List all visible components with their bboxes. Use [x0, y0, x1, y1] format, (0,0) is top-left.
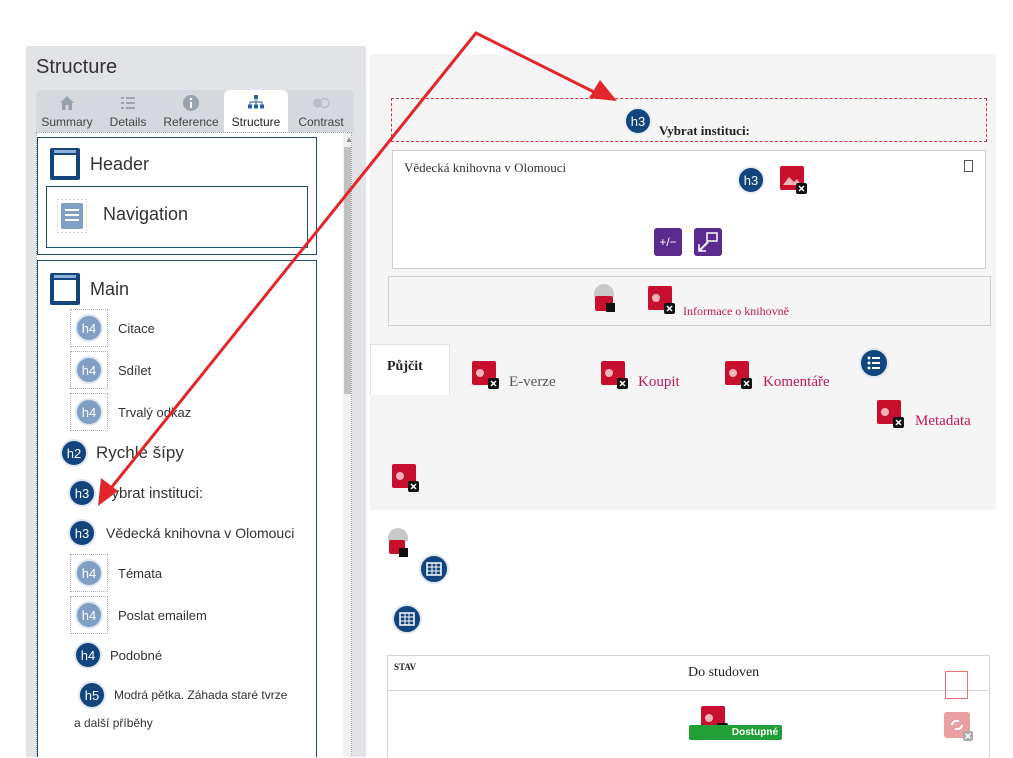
table-structure-icon [419, 554, 449, 584]
tab-reference[interactable]: Reference [158, 90, 224, 132]
expand-icon[interactable] [964, 160, 973, 172]
info-icon [183, 95, 199, 111]
h3-icon: h3 [624, 107, 652, 135]
heading-item[interactable]: h4 Témata [70, 554, 162, 592]
scroll-up-arrow-icon[interactable]: ▲ [343, 135, 351, 145]
h5-icon: h5 [78, 681, 106, 709]
heading-item[interactable]: h4 Poslat emailem [70, 596, 207, 634]
page-view: h3 Vybrat instituci: Vědecká knihovna v … [370, 54, 996, 758]
h4-icon: h4 [75, 356, 103, 384]
outline-scrollbar[interactable]: ▲ [343, 133, 351, 757]
tab-comments[interactable]: Komentáře [763, 374, 830, 391]
heading-item[interactable]: h4 Citace [70, 309, 155, 347]
tab-contrast[interactable]: Contrast [288, 90, 354, 132]
region-main[interactable]: Main h4 Citace h4 Sdílet h4 Trvalý odkaz… [37, 260, 317, 757]
heading-item[interactable]: h3 Vybrat instituci: [64, 474, 203, 512]
scroll-thumb[interactable] [344, 147, 351, 394]
navigation-region-icon [57, 199, 87, 233]
region-label-main: Main [90, 279, 130, 299]
h3-icon: h3 [68, 519, 96, 547]
tab-structure[interactable]: Structure [224, 90, 288, 132]
heading-item[interactable]: h4 Sdílet [70, 351, 151, 389]
missing-alt-image-icon [388, 528, 408, 557]
missing-alt-image-icon [877, 400, 904, 428]
table-header-status: STAV [394, 662, 417, 672]
select-institution-label: Vybrat instituci: [659, 123, 750, 138]
heading-item[interactable]: h4 Podobné [70, 636, 162, 674]
tab-metadata[interactable]: Metadata [915, 413, 971, 430]
list-icon [121, 97, 135, 109]
h3-icon: h3 [68, 479, 96, 507]
panel-title: Structure [36, 56, 118, 78]
list-structure-icon [859, 348, 889, 378]
main-region-icon [50, 273, 80, 305]
missing-alt-image-icon [648, 286, 675, 314]
header-region-icon [50, 148, 80, 180]
structure-outline: ▲ Header Navigation [36, 132, 352, 757]
availability-badge: Dostupné [689, 725, 782, 740]
home-icon [60, 96, 74, 110]
heading-continuation: a další příběhy [74, 716, 153, 730]
missing-alt-image-icon [780, 166, 807, 194]
table-divider [387, 690, 988, 691]
link-out-icon[interactable] [694, 228, 722, 256]
h2-icon: h2 [60, 439, 88, 467]
missing-alt-image-icon [392, 464, 419, 492]
h3-icon: h3 [737, 166, 765, 194]
missing-alt-image-icon [472, 361, 499, 389]
missing-alt-image-icon [594, 284, 615, 312]
sidebar-tabs: Summary Details Reference Structure Cont… [36, 90, 354, 132]
missing-alt-image-icon [725, 361, 752, 389]
region-label-header: Header [90, 154, 150, 174]
h4-icon: h4 [75, 314, 103, 342]
empty-link-box[interactable] [945, 671, 968, 699]
heading-item[interactable]: h2 Rychlé šípy [56, 434, 184, 472]
contrast-icon [313, 97, 330, 109]
h4-icon: h4 [74, 641, 102, 669]
tab-summary[interactable]: Summary [36, 90, 98, 132]
missing-alt-image-icon [601, 361, 628, 389]
table-location: Do studoven [688, 665, 760, 680]
h4-icon: h4 [75, 601, 103, 629]
sitemap-icon [248, 95, 264, 109]
tab-borrow-label: Půjčit [387, 359, 423, 374]
plus-minus-icon[interactable]: +/− [654, 228, 682, 256]
tab-ebook[interactable]: E-verze [509, 374, 556, 391]
broken-link-icon[interactable] [944, 712, 974, 742]
table-structure-icon [392, 604, 422, 634]
h4-icon: h4 [75, 398, 103, 426]
library-info-link[interactable]: Informace o knihovně [683, 304, 789, 319]
tab-details[interactable]: Details [98, 90, 158, 132]
heading-item[interactable]: h4 Trvalý odkaz [70, 393, 191, 431]
library-name[interactable]: Vědecká knihovna v Olomouci [404, 160, 566, 176]
region-navigation[interactable]: Navigation [46, 186, 308, 248]
wave-sidebar: Structure Summary Details Reference Stru… [26, 46, 366, 757]
heading-item[interactable]: h3 Vědecká knihovna v Olomouci [64, 514, 294, 552]
h4-icon: h4 [75, 559, 103, 587]
region-header[interactable]: Header Navigation [37, 137, 317, 255]
tab-buy[interactable]: Koupit [638, 374, 680, 391]
region-label-navigation: Navigation [103, 204, 189, 224]
heading-item[interactable]: h5 Modrá pětka. Záhada staré tvrze [74, 676, 287, 714]
